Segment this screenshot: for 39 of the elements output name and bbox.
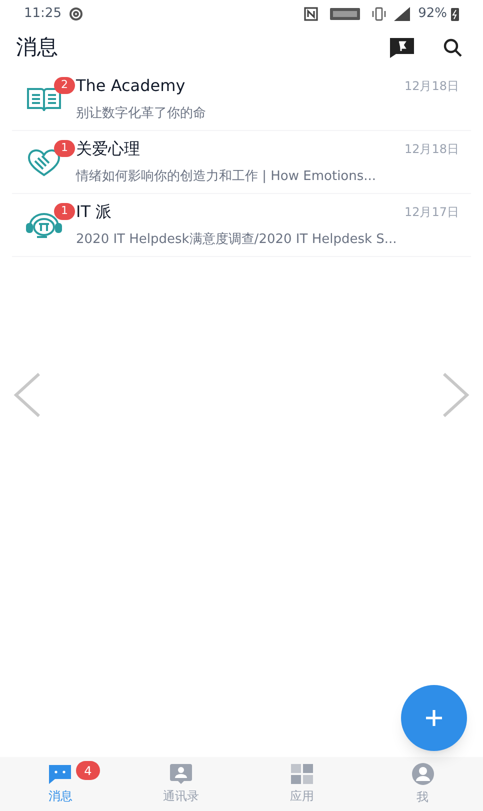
nav-tab[interactable]: 消息 4 <box>0 757 121 811</box>
conversation-name: The Academy <box>76 75 186 98</box>
message-preview: 2020 IT Helpdesk满意度调查/2020 IT Helpdesk S... <box>76 231 398 250</box>
search-icon <box>443 38 463 58</box>
nav-tab[interactable]: 应用 <box>242 757 362 811</box>
unread-badge: 1 <box>54 203 75 220</box>
conversation-name: IT 派 <box>76 201 112 224</box>
nfc-icon <box>304 7 318 21</box>
nav-tab[interactable]: 通讯录 <box>120 757 242 811</box>
status-time: 11:25 <box>24 5 62 24</box>
conversation-item[interactable]: 2 The Academy 12月18日 别让数字化革了你的命 <box>12 68 471 131</box>
unread-badge: 1 <box>54 140 75 157</box>
contact-card-icon <box>169 763 194 785</box>
message-preview: 别让数字化革了你的命 <box>76 105 207 124</box>
battery-percent: 92% <box>418 5 447 24</box>
conversation-date: 12月17日 <box>404 204 459 222</box>
unread-badge: 2 <box>54 77 75 94</box>
volte-icon <box>330 8 360 20</box>
book-icon <box>26 85 62 113</box>
unread-badge: 4 <box>76 761 100 780</box>
conversation-date: 12月18日 <box>404 141 459 158</box>
plus-icon <box>424 708 444 728</box>
profile-icon <box>410 762 435 786</box>
vibrate-icon <box>372 7 386 21</box>
conversation-item[interactable]: 1 关爱心理 12月18日 情绪如何影响你的创造力和工作 | How Emotions... <box>12 131 471 194</box>
chat-flag-icon <box>389 37 415 59</box>
cell-signal-icon <box>394 7 410 21</box>
heart-hands-icon <box>26 147 62 177</box>
nav-tab[interactable]: 我 <box>362 757 483 811</box>
page-title: 消息 <box>16 34 58 62</box>
headset-pi-icon <box>25 210 63 240</box>
apps-grid-icon <box>290 763 314 785</box>
battery-charging-icon <box>451 8 459 20</box>
chat-icon <box>47 763 74 785</box>
message-preview: 情绪如何影响你的创造力和工作 | How Emotions... <box>76 168 378 186</box>
conversation-date: 12月18日 <box>404 78 459 96</box>
conversation-item[interactable]: 1 IT 派 12月17日 2020 IT Helpdesk满意度调查/2020 IT Helpdesk S... <box>12 194 471 257</box>
signal-ring-icon <box>69 7 84 21</box>
conversation-name: 关爱心理 <box>76 138 140 160</box>
